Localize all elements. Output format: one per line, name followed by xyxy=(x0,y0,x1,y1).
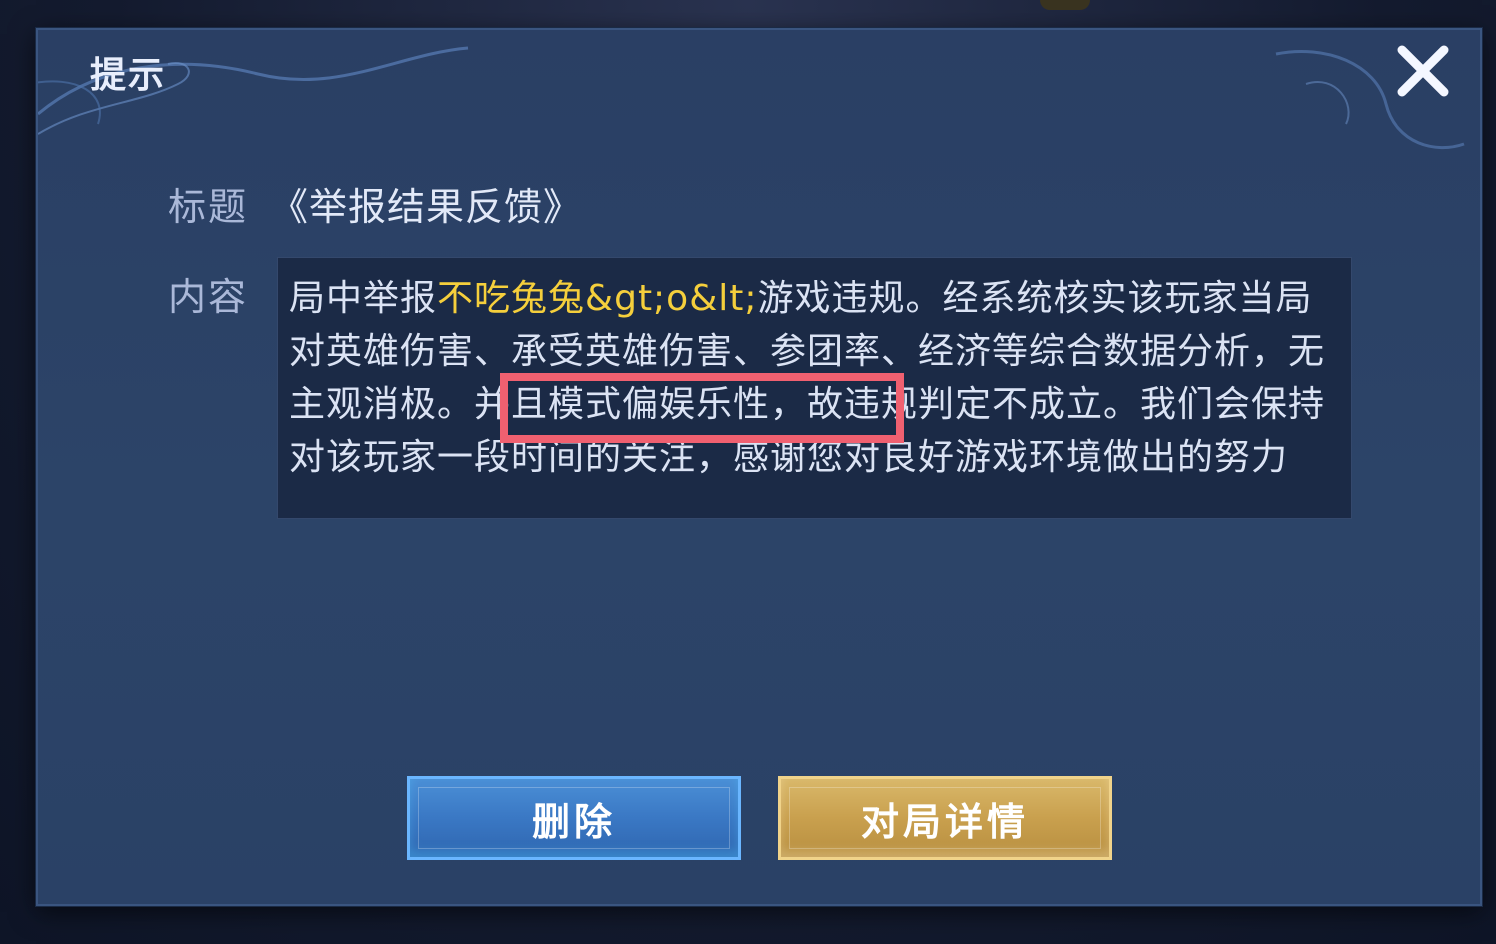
content-scroll-area[interactable]: 局中举报不吃兔兔&gt;o&lt;游戏违规。经系统核实该玩家当局对英雄伤害、承受… xyxy=(277,257,1352,519)
reported-player-name[interactable]: 不吃兔兔&gt;o&lt; xyxy=(437,278,758,319)
report-title: 《举报结果反馈》 xyxy=(270,185,583,229)
delete-button[interactable]: 删除 xyxy=(407,776,741,860)
close-icon xyxy=(1397,45,1449,97)
match-detail-button-label: 对局详情 xyxy=(860,799,1029,844)
backdrop-ornament xyxy=(1040,0,1090,10)
title-label: 标题 xyxy=(168,185,249,229)
content-text: 局中举报不吃兔兔&gt;o&lt;游戏违规。经系统核实该玩家当局对英雄伤害、承受… xyxy=(289,272,1344,484)
close-button[interactable] xyxy=(1392,40,1454,102)
content-prefix: 局中举报 xyxy=(289,278,438,319)
delete-button-label: 删除 xyxy=(531,799,616,844)
match-detail-button[interactable]: 对局详情 xyxy=(778,776,1112,860)
dialog-title: 提示 xyxy=(90,55,167,96)
content-label: 内容 xyxy=(168,275,249,319)
